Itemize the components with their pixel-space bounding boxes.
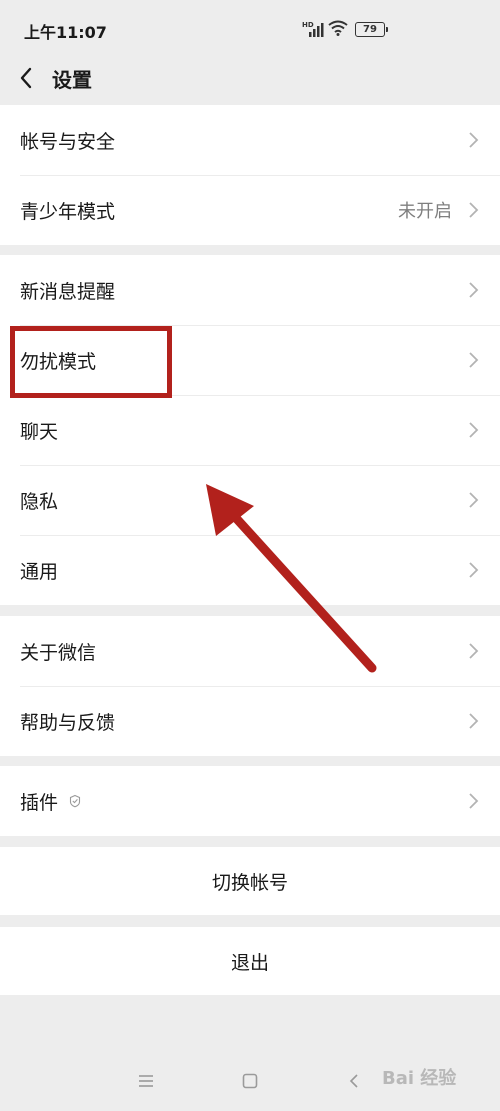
chevron-right-icon [469,713,479,729]
settings-item-label: 新消息提醒 [20,280,116,303]
settings-item-label: 关于微信 [20,641,97,664]
settings-item-label: 青少年模式 [20,200,116,223]
watermark: Bai 经验 [382,1068,457,1089]
status-bar: 上午11:07 HD 79 [0,0,500,56]
system-back-button[interactable] [342,1069,366,1093]
home-square-icon [242,1073,258,1089]
settings-item-account-security[interactable]: 帐号与安全 [0,105,500,175]
chevron-right-icon [469,793,479,809]
chevron-right-icon [469,492,479,508]
teen-mode-status: 未开启 [398,201,452,222]
settings-item-label: 帮助与反馈 [20,711,116,734]
logout-button[interactable]: 退出 [0,927,500,995]
nav-header: 设置 [0,56,500,104]
settings-item-do-not-disturb[interactable]: 勿扰模式 [0,325,500,395]
settings-group-plugins: 插件 [0,766,500,836]
settings-item-help-feedback[interactable]: 帮助与反馈 [0,686,500,756]
settings-item-label: 聊天 [20,420,59,443]
chevron-right-icon [469,562,479,578]
settings-item-label: 帐号与安全 [20,130,116,153]
settings-group-account: 帐号与安全 青少年模式 未开启 [0,105,500,245]
signal-icon: HD [302,21,324,37]
network-label: HD [302,21,314,29]
home-button[interactable] [238,1069,262,1093]
settings-item-label: 勿扰模式 [20,350,97,373]
plugin-badge-icon [69,794,81,808]
settings-item-privacy[interactable]: 隐私 [0,465,500,535]
chevron-right-icon [469,202,479,218]
switch-account-button[interactable]: 切换帐号 [0,847,500,915]
settings-group-general: 新消息提醒 勿扰模式 聊天 隐私 通用 [0,255,500,605]
settings-group-about: 关于微信 帮助与反馈 [0,616,500,756]
menu-icon [139,1075,153,1087]
settings-item-notifications[interactable]: 新消息提醒 [0,255,500,325]
wifi-icon [328,20,348,36]
back-button[interactable] [8,60,44,96]
settings-item-label: 通用 [20,560,59,583]
settings-item-label: 隐私 [20,490,59,513]
chevron-right-icon [469,422,479,438]
chevron-right-icon [469,352,479,368]
settings-item-chat[interactable]: 聊天 [0,395,500,465]
chevron-right-icon [469,643,479,659]
chevron-right-icon [469,282,479,298]
menu-button[interactable] [134,1069,158,1093]
chevron-right-icon [469,132,479,148]
status-time: 上午11:07 [24,23,107,42]
settings-item-plugins[interactable]: 插件 [0,766,500,836]
settings-item-label: 插件 [20,791,59,814]
page-title: 设置 [52,68,92,92]
battery-indicator: 79 [355,22,388,37]
chevron-left-icon [20,67,32,89]
settings-item-about-wechat[interactable]: 关于微信 [0,616,500,686]
system-back-icon [349,1074,358,1088]
settings-item-general[interactable]: 通用 [0,535,500,605]
logout-group: 退出 [0,927,500,995]
switch-account-group: 切换帐号 [0,847,500,915]
settings-item-teen-mode[interactable]: 青少年模式 未开启 [0,175,500,245]
